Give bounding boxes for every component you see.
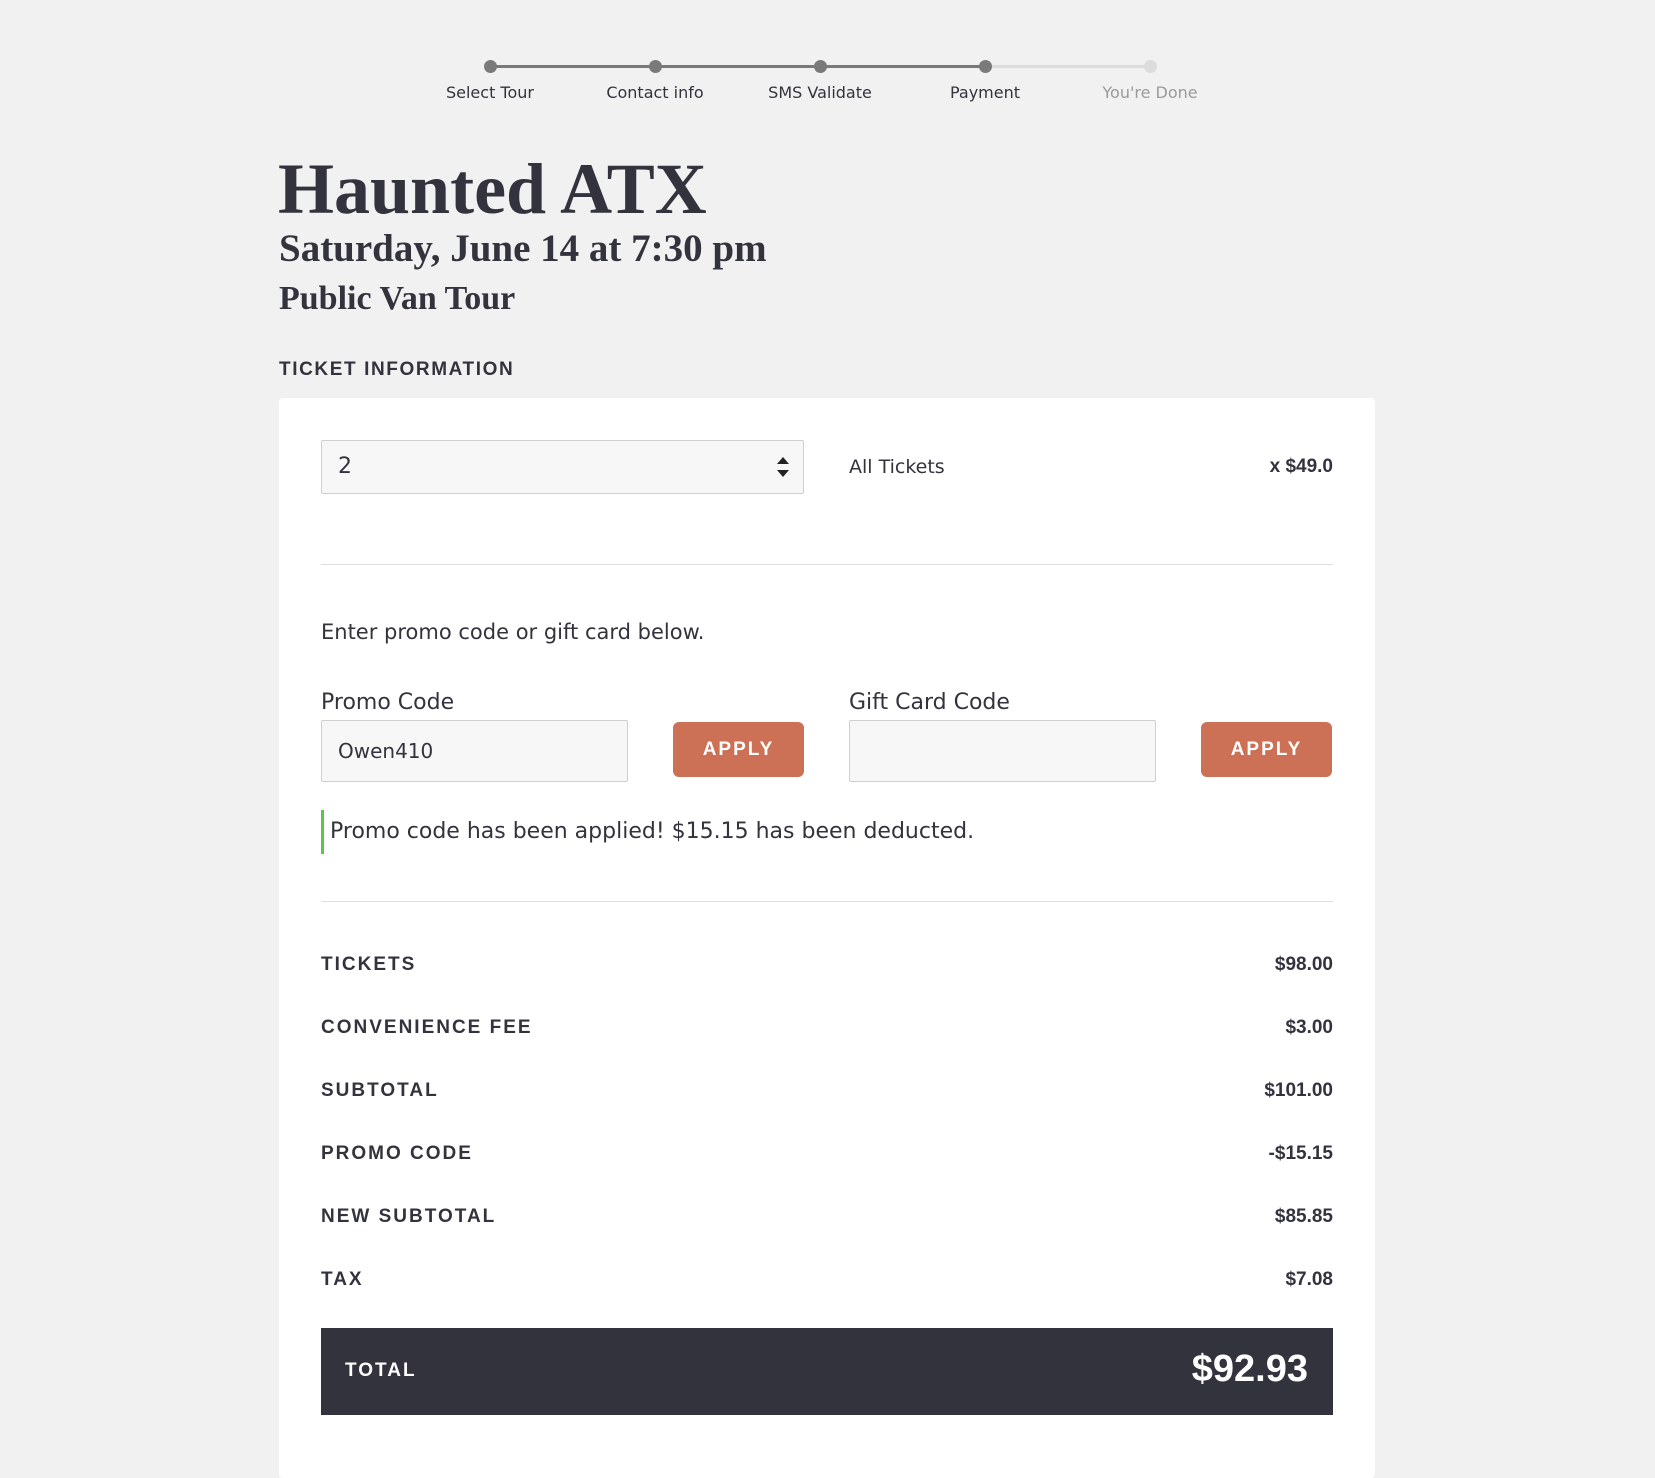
gift-card-label: Gift Card Code xyxy=(849,690,1010,715)
step-youre-done: You're Done xyxy=(1084,57,1216,102)
summary-row-tickets: TICKETS $98.00 xyxy=(321,954,1333,984)
summary-value: -$15.15 xyxy=(1268,1143,1333,1164)
step-label: Contact info xyxy=(606,83,704,102)
step-dot xyxy=(483,60,497,73)
divider xyxy=(321,564,1333,565)
tour-datetime: Saturday, June 14 at 7:30 pm xyxy=(279,227,767,270)
summary-row-subtotal: SUBTOTAL $101.00 xyxy=(321,1080,1333,1110)
ticket-card: 2 All Tickets x $49.0 Enter promo code o… xyxy=(279,398,1375,1478)
ticket-information-heading: TICKET INFORMATION xyxy=(279,359,515,380)
ticket-quantity-select[interactable]: 2 xyxy=(321,440,804,494)
step-payment: Payment xyxy=(919,57,1051,102)
summary-label: CONVENIENCE FEE xyxy=(321,1017,533,1038)
summary-row-promo-code: PROMO CODE -$15.15 xyxy=(321,1143,1333,1173)
apply-promo-button[interactable]: APPLY xyxy=(673,722,804,777)
step-label: You're Done xyxy=(1102,83,1198,102)
summary-value: $3.00 xyxy=(1285,1017,1333,1038)
divider xyxy=(321,901,1333,902)
summary-row-new-subtotal: NEW SUBTOTAL $85.85 xyxy=(321,1206,1333,1236)
summary-value: $7.08 xyxy=(1285,1269,1333,1290)
step-sms-validate: SMS Validate xyxy=(754,57,886,102)
gift-card-input[interactable] xyxy=(849,720,1156,782)
step-select-tour: Select Tour xyxy=(424,57,556,102)
step-dot xyxy=(978,60,992,73)
step-label: Payment xyxy=(949,83,1021,102)
step-contact-info: Contact info xyxy=(589,57,721,102)
summary-label: TICKETS xyxy=(321,954,417,975)
ticket-unit-price: x $49.0 xyxy=(1269,456,1333,477)
promo-code-input[interactable]: Owen410 xyxy=(321,720,628,782)
checkout-progress: Select Tour Contact info SMS Validate Pa… xyxy=(444,57,1217,117)
summary-value: $98.00 xyxy=(1274,954,1333,975)
select-arrows-icon xyxy=(777,455,789,481)
summary-label: PROMO CODE xyxy=(321,1143,473,1164)
tour-title: Haunted ATX xyxy=(278,149,707,229)
ticket-type-label: All Tickets xyxy=(849,456,945,478)
step-label: SMS Validate xyxy=(768,83,872,102)
apply-gift-card-button[interactable]: APPLY xyxy=(1201,722,1332,777)
summary-label: TAX xyxy=(321,1269,364,1290)
total-value: $92.93 xyxy=(1191,1348,1308,1390)
step-dot xyxy=(648,60,662,73)
step-dot xyxy=(813,60,827,73)
summary-label: SUBTOTAL xyxy=(321,1080,439,1101)
summary-row-tax: TAX $7.08 xyxy=(321,1269,1333,1299)
tour-type: Public Van Tour xyxy=(279,280,516,317)
ticket-quantity-value: 2 xyxy=(338,454,352,479)
promo-code-label: Promo Code xyxy=(321,690,455,715)
summary-label: NEW SUBTOTAL xyxy=(321,1206,497,1227)
promo-intro-text: Enter promo code or gift card below. xyxy=(321,620,705,644)
step-label: Select Tour xyxy=(445,83,534,102)
summary-value: $101.00 xyxy=(1264,1080,1333,1101)
summary-value: $85.85 xyxy=(1274,1206,1333,1227)
summary-row-convenience-fee: CONVENIENCE FEE $3.00 xyxy=(321,1017,1333,1047)
step-dot xyxy=(1143,60,1157,73)
total-bar: TOTAL $92.93 xyxy=(321,1328,1333,1415)
progress-track-fill xyxy=(489,65,984,68)
promo-success-message: Promo code has been applied! $15.15 has … xyxy=(321,810,974,854)
total-label: TOTAL xyxy=(345,1360,417,1381)
